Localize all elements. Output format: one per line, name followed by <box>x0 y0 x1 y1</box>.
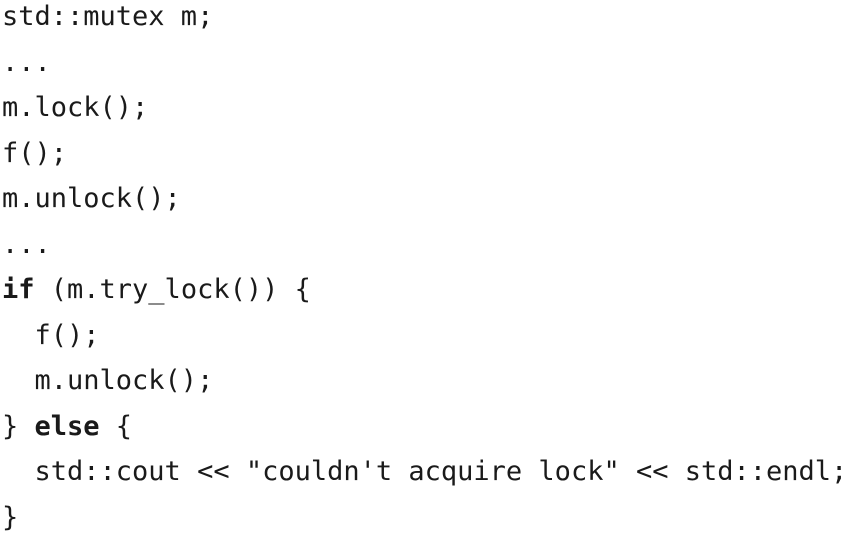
code-text: f(); <box>2 138 67 169</box>
code-line: m.unlock(); <box>0 176 867 222</box>
code-line: ... <box>0 40 867 86</box>
code-block: std::mutex m;...m.lock();f();m.unlock();… <box>0 0 867 525</box>
code-text: m.lock(); <box>2 92 148 123</box>
code-text: ... <box>2 47 51 78</box>
code-text: m.unlock(); <box>2 365 213 396</box>
code-text: (m.try_lock()) { <box>35 274 311 305</box>
code-text: } <box>2 411 35 442</box>
keyword-if: if <box>2 274 35 305</box>
code-line: std::mutex m; <box>0 0 867 40</box>
code-line: } else { <box>0 404 867 450</box>
code-text: std::mutex m; <box>2 1 213 32</box>
code-text: m.unlock(); <box>2 183 181 214</box>
code-line: ... <box>0 222 867 268</box>
code-line: f(); <box>0 131 867 177</box>
code-text: ... <box>2 229 51 260</box>
code-line: m.lock(); <box>0 85 867 131</box>
code-line: f(); <box>0 313 867 359</box>
code-line: } <box>0 495 867 540</box>
keyword-else: else <box>35 411 100 442</box>
code-text: } <box>2 502 18 533</box>
code-line: m.unlock(); <box>0 358 867 404</box>
code-line: if (m.try_lock()) { <box>0 267 867 313</box>
code-text: std::cout << "couldn't acquire lock" << … <box>2 456 847 487</box>
code-text: { <box>100 411 133 442</box>
code-line: std::cout << "couldn't acquire lock" << … <box>0 449 867 495</box>
code-text: f(); <box>2 320 100 351</box>
